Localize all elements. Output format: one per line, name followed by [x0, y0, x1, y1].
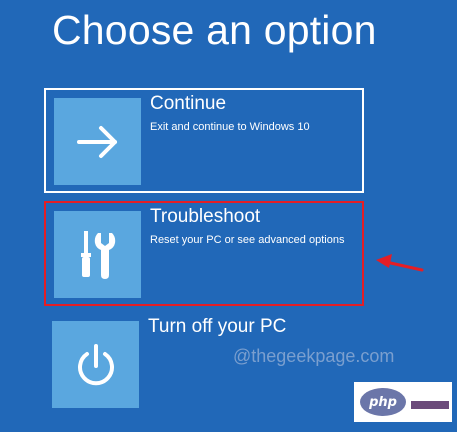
page-title: Choose an option — [52, 7, 377, 53]
watermark: @thegeekpage.com — [233, 346, 395, 366]
annotation-arrow-icon — [376, 254, 424, 272]
tools-icon — [80, 230, 115, 279]
troubleshoot-option[interactable]: Troubleshoot Reset your PC or see advanc… — [44, 201, 364, 306]
php-logo-badge: php — [360, 388, 406, 416]
troubleshoot-tile[interactable] — [54, 211, 141, 298]
troubleshoot-description: Reset your PC or see advanced options — [150, 234, 345, 246]
troubleshoot-title: Troubleshoot — [150, 206, 261, 227]
continue-option[interactable]: Continue Exit and continue to Windows 10 — [44, 88, 364, 193]
continue-description: Exit and continue to Windows 10 — [150, 121, 310, 133]
continue-title: Continue — [150, 93, 227, 114]
turn-off-tile[interactable] — [52, 321, 139, 408]
continue-tile[interactable] — [54, 98, 141, 185]
php-logo-bar — [411, 401, 449, 409]
power-icon — [77, 343, 114, 385]
arrow-right-icon — [76, 125, 117, 158]
php-logo: php — [354, 382, 452, 422]
turn-off-title: Turn off your PC — [148, 316, 287, 337]
